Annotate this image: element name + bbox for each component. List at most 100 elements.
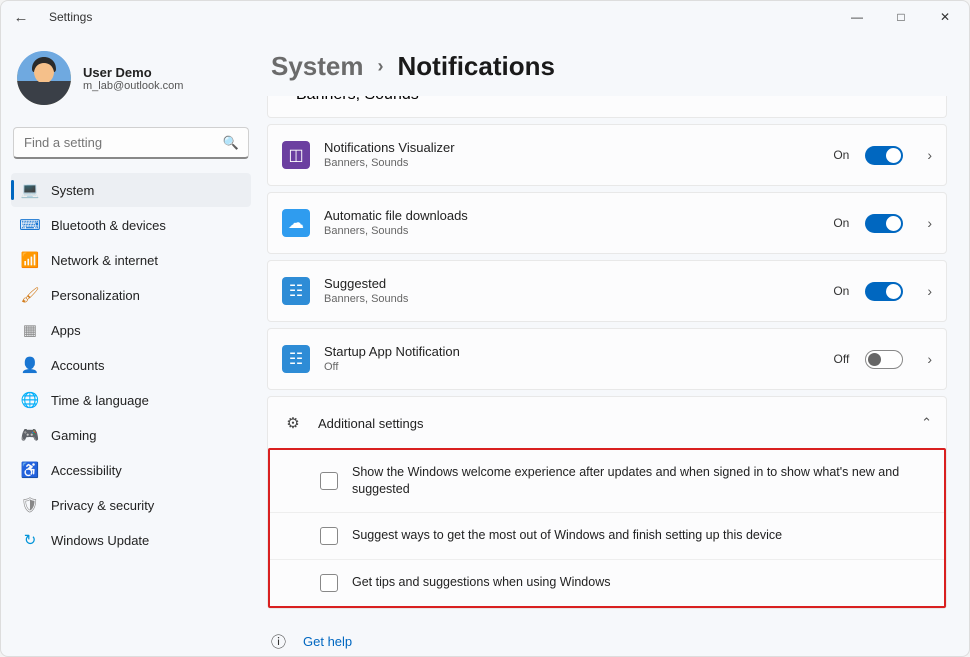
toggle-switch[interactable] (865, 146, 903, 165)
toggle-switch[interactable] (865, 282, 903, 301)
checkbox-welcome-experience[interactable] (320, 472, 338, 490)
profile-block[interactable]: User Demo m_lab@outlook.com (11, 45, 251, 117)
breadcrumb-parent[interactable]: System (271, 51, 364, 82)
app-icon: ◫ (282, 141, 310, 169)
app-sub: Banners, Sounds (296, 96, 419, 104)
sidebar-item-label: Personalization (51, 288, 140, 303)
expander-header[interactable]: ⚙ Additional settings ⌃ (268, 397, 946, 449)
app-sub: Off (324, 361, 820, 374)
search-icon: 🔍 (223, 135, 239, 151)
highlighted-region: Show the Windows welcome experience afte… (268, 448, 946, 608)
breadcrumb: System › Notifications (271, 51, 947, 82)
sidebar-item-personalization[interactable]: 🖌 Personalization (11, 278, 251, 312)
additional-settings-expander: ⚙ Additional settings ⌃ Show the Windows… (267, 396, 947, 609)
toggle-switch[interactable] (865, 350, 903, 369)
nav-list: 💻 System ⌨ Bluetooth & devices 📶 Network… (11, 173, 251, 557)
app-notification-row[interactable]: ◫ Notifications Visualizer Banners, Soun… (267, 124, 947, 186)
sidebar-item-label: Time & language (51, 393, 149, 408)
checkbox-tips[interactable] (320, 574, 338, 592)
toggle-switch[interactable] (865, 214, 903, 233)
maximize-button[interactable]: □ (879, 1, 923, 33)
wifi-icon: 📶 (21, 251, 39, 269)
gamepad-icon: 🎮 (21, 426, 39, 444)
shield-icon: 🛡 (21, 496, 39, 514)
checkbox-row: Suggest ways to get the most out of Wind… (270, 512, 944, 559)
main-content: System › Notifications Banners, Sounds › (261, 33, 969, 656)
checkbox-label: Show the Windows welcome experience afte… (352, 464, 926, 498)
avatar (17, 51, 71, 105)
app-sub: Banners, Sounds (324, 293, 819, 306)
toggle-state: Off (834, 352, 850, 366)
chevron-up-icon: ⌃ (921, 415, 932, 431)
get-help-link[interactable]: ⓘ Get help (271, 631, 947, 652)
settings-window: ← Settings — □ ✕ User Demo m_lab@outlook… (0, 0, 970, 657)
search-box: 🔍 (13, 127, 249, 159)
sidebar-item-label: Accounts (51, 358, 104, 373)
checkbox-label: Suggest ways to get the most out of Wind… (352, 527, 782, 544)
expander-label: Additional settings (318, 416, 907, 431)
chevron-right-icon: › (927, 283, 932, 299)
sidebar-item-apps[interactable]: ▦ Apps (11, 313, 251, 347)
sidebar-item-system[interactable]: 💻 System (11, 173, 251, 207)
minimize-button[interactable]: — (835, 1, 879, 33)
sidebar-item-label: Network & internet (51, 253, 158, 268)
chevron-right-icon: › (927, 215, 932, 231)
app-title: Startup App Notification (324, 344, 820, 360)
checkbox-label: Get tips and suggestions when using Wind… (352, 574, 610, 591)
search-input[interactable] (13, 127, 249, 159)
app-sub: Banners, Sounds (324, 225, 819, 238)
back-button[interactable]: ← (3, 9, 39, 26)
link-label: Get help (303, 634, 352, 649)
chevron-right-icon: › (378, 56, 384, 77)
sidebar-item-time[interactable]: 🌐 Time & language (11, 383, 251, 417)
sidebar-item-bluetooth[interactable]: ⌨ Bluetooth & devices (11, 208, 251, 242)
sidebar-item-label: Accessibility (51, 463, 122, 478)
close-button[interactable]: ✕ (923, 1, 967, 33)
app-title: Automatic file downloads (324, 208, 819, 224)
profile-name: User Demo (83, 65, 183, 80)
page-title: Notifications (398, 51, 555, 82)
bluetooth-icon: ⌨ (21, 216, 39, 234)
update-icon: ↻ (21, 531, 39, 549)
sidebar-item-label: Privacy & security (51, 498, 154, 513)
titlebar: ← Settings — □ ✕ (1, 1, 969, 33)
sidebar-item-label: Windows Update (51, 533, 149, 548)
sidebar-item-label: System (51, 183, 94, 198)
brush-icon: 🖌 (21, 286, 39, 304)
app-title: Suggested (324, 276, 819, 292)
apps-icon: ▦ (21, 321, 39, 339)
sidebar-item-label: Bluetooth & devices (51, 218, 166, 233)
chevron-right-icon: › (927, 351, 932, 367)
sidebar-item-accessibility[interactable]: ♿ Accessibility (11, 453, 251, 487)
footer-links: ⓘ Get help 👤 Give feedback (267, 631, 947, 656)
sidebar-item-gaming[interactable]: 🎮 Gaming (11, 418, 251, 452)
toggle-state: On (833, 148, 849, 162)
sidebar: User Demo m_lab@outlook.com 🔍 💻 System ⌨… (1, 33, 261, 656)
sidebar-item-update[interactable]: ↻ Windows Update (11, 523, 251, 557)
app-title: Notifications Visualizer (324, 140, 819, 156)
system-icon: 💻 (21, 181, 39, 199)
person-icon: 👤 (21, 356, 39, 374)
sidebar-item-accounts[interactable]: 👤 Accounts (11, 348, 251, 382)
globe-icon: 🌐 (21, 391, 39, 409)
profile-email: m_lab@outlook.com (83, 80, 183, 92)
grid-icon: ☷ (282, 277, 310, 305)
checkbox-row: Get tips and suggestions when using Wind… (270, 559, 944, 606)
app-notification-row[interactable]: ☷ Suggested Banners, Sounds On › (267, 260, 947, 322)
app-notification-row[interactable]: Banners, Sounds › (267, 96, 947, 118)
sidebar-item-privacy[interactable]: 🛡 Privacy & security (11, 488, 251, 522)
sidebar-item-label: Apps (51, 323, 81, 338)
help-icon: ⓘ (271, 631, 289, 652)
sidebar-item-network[interactable]: 📶 Network & internet (11, 243, 251, 277)
checkbox-row: Show the Windows welcome experience afte… (270, 450, 944, 512)
app-notification-row[interactable]: ☷ Startup App Notification Off Off › (267, 328, 947, 390)
chevron-right-icon: › (927, 147, 932, 163)
gear-icon: ⚙ (282, 414, 304, 432)
toggle-state: On (833, 216, 849, 230)
window-title: Settings (49, 10, 92, 24)
checkbox-suggest-setup[interactable] (320, 527, 338, 545)
accessibility-icon: ♿ (21, 461, 39, 479)
app-notification-row[interactable]: ☁ Automatic file downloads Banners, Soun… (267, 192, 947, 254)
app-sub: Banners, Sounds (324, 157, 819, 170)
cloud-icon: ☁ (282, 209, 310, 237)
